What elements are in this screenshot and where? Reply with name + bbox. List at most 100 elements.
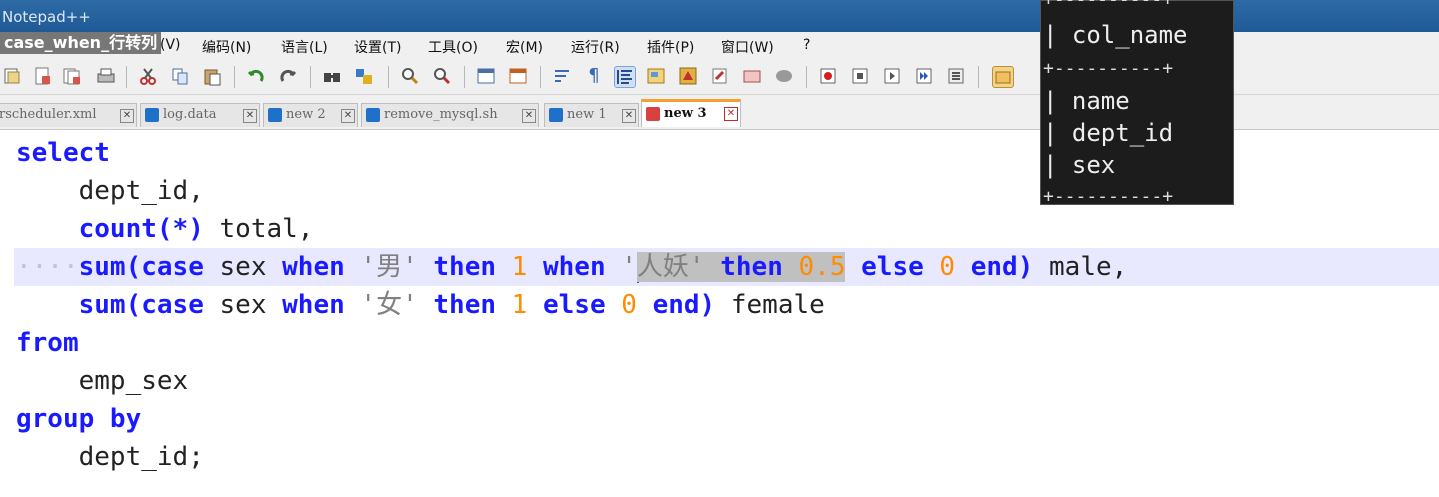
- tab-new-1[interactable]: new 1 ✕: [544, 103, 639, 127]
- close-icon[interactable]: ✕: [243, 109, 257, 123]
- tab-log-data[interactable]: log.data ✕: [140, 103, 260, 127]
- keyword-then: then: [433, 252, 497, 282]
- launch-icon[interactable]: [774, 66, 794, 86]
- zoom-in-icon[interactable]: [400, 66, 420, 86]
- table-border: +----------+: [1043, 0, 1173, 10]
- tab-new-2[interactable]: new 2 ✕: [263, 103, 358, 127]
- monitor-icon[interactable]: [742, 66, 762, 86]
- menu-encoding[interactable]: 编码(N): [202, 37, 251, 57]
- save-icon[interactable]: [32, 66, 52, 86]
- function-count: count(*): [78, 214, 204, 244]
- menu-plugins[interactable]: 插件(P): [647, 37, 694, 57]
- string-female: '女': [360, 290, 418, 320]
- keyword-then: then: [720, 252, 783, 282]
- toolbar-separator: [540, 66, 541, 88]
- toolbar-separator: [978, 66, 979, 88]
- wrap-icon[interactable]: [552, 66, 572, 86]
- identifier-sex: sex: [203, 290, 283, 320]
- number-one: 1: [511, 290, 528, 320]
- show-all-icon[interactable]: ¶: [584, 66, 604, 86]
- string-selected: 人妖': [636, 252, 705, 282]
- table-border: +----------+: [1043, 186, 1174, 207]
- code-line-9: dept_id;: [16, 438, 204, 476]
- tab-label: new 3: [664, 106, 707, 121]
- menu-window[interactable]: 窗口(W): [721, 37, 774, 57]
- indent-guide-icon[interactable]: [614, 66, 636, 88]
- function-sum: sum(case: [78, 252, 204, 282]
- keyword-else: else: [861, 252, 924, 282]
- menu-tools[interactable]: 工具(O): [428, 37, 478, 57]
- print-icon[interactable]: [96, 66, 116, 86]
- menu-macro[interactable]: 宏(M): [506, 37, 543, 57]
- redo-icon[interactable]: [278, 66, 298, 86]
- replace-icon[interactable]: [354, 66, 374, 86]
- zoom-out-icon[interactable]: [432, 66, 452, 86]
- close-icon[interactable]: ✕: [622, 109, 636, 123]
- menu-settings[interactable]: 设置(T): [354, 37, 401, 57]
- menu-help[interactable]: ?: [803, 37, 810, 53]
- folder-icon[interactable]: [710, 66, 730, 86]
- play-multi-icon[interactable]: [914, 66, 934, 86]
- keyword-then: then: [433, 290, 497, 320]
- save-state-icon: [366, 107, 380, 122]
- code-line-1: select: [16, 134, 110, 172]
- number-one: 1: [511, 252, 528, 282]
- toolbar-separator: [464, 66, 465, 88]
- keyword-when: when: [282, 252, 345, 282]
- toolbar-separator: [234, 66, 235, 88]
- stop-icon[interactable]: [850, 66, 870, 86]
- tab-label: log.data: [163, 107, 217, 122]
- tab-remove-mysql[interactable]: remove_mysql.sh ✕: [361, 103, 539, 127]
- table-name: emp_sex: [78, 366, 189, 396]
- keyword-group-by: group by: [16, 404, 142, 434]
- column-row: | sex: [1043, 151, 1116, 179]
- toolbar-separator: [388, 66, 389, 88]
- function-sum: sum(case: [78, 290, 204, 320]
- find-icon[interactable]: [322, 66, 342, 86]
- cut-icon[interactable]: [138, 66, 158, 86]
- undo-icon[interactable]: [246, 66, 266, 86]
- code-line-6: from: [16, 324, 79, 362]
- save-macro-icon[interactable]: [946, 66, 966, 86]
- table-border: +----------+: [1043, 58, 1174, 79]
- column-row: | name: [1043, 87, 1130, 115]
- copy-icon[interactable]: [170, 66, 190, 86]
- alias-female: female: [715, 290, 825, 320]
- sync-h-icon[interactable]: [508, 66, 528, 86]
- number-zero: 0: [621, 290, 637, 320]
- close-icon[interactable]: ✕: [522, 109, 536, 123]
- tab-new-3[interactable]: new 3 ✕: [641, 99, 741, 127]
- code-line-8: group by: [16, 400, 141, 438]
- identifier-sex: sex: [203, 252, 283, 282]
- menu-view[interactable]: (V): [160, 37, 181, 53]
- function-list-icon[interactable]: [678, 66, 698, 86]
- save-all-icon[interactable]: [62, 66, 82, 86]
- record-icon[interactable]: [818, 66, 838, 86]
- close-icon[interactable]: ✕: [120, 109, 134, 123]
- tab-label: new 2: [286, 107, 326, 122]
- code-line-7: emp_sex: [16, 362, 189, 400]
- tab-rscheduler[interactable]: rscheduler.xml ✕: [0, 103, 137, 127]
- column-header: | col_name: [1043, 21, 1188, 49]
- close-icon[interactable]: ✕: [341, 109, 355, 123]
- paste-icon[interactable]: [202, 66, 222, 86]
- close-icon[interactable]: ✕: [724, 107, 738, 121]
- sync-v-icon[interactable]: [476, 66, 496, 86]
- menu-language[interactable]: 语言(L): [281, 37, 328, 57]
- code-line-2: dept_id,: [16, 172, 204, 210]
- code-line-5: sum(case sex when '女' then 1 else 0 end)…: [16, 286, 825, 324]
- save-state-icon: [145, 107, 159, 122]
- number-half: 0.5: [798, 252, 846, 282]
- play-icon[interactable]: [882, 66, 902, 86]
- code-line-3: count(*) total,: [16, 210, 314, 248]
- window-title: Notepad++: [2, 8, 91, 26]
- open-icon[interactable]: [2, 66, 22, 86]
- save-state-icon: [549, 107, 563, 122]
- doc-map-icon[interactable]: [646, 66, 666, 86]
- tab-label: remove_mysql.sh: [384, 107, 498, 122]
- identifier-dept-id: dept_id;: [78, 442, 204, 472]
- menu-run[interactable]: 运行(R): [571, 37, 620, 57]
- alias-male: male,: [1033, 252, 1128, 282]
- launch-run-icon[interactable]: [992, 66, 1014, 88]
- alias-total: total,: [203, 214, 314, 244]
